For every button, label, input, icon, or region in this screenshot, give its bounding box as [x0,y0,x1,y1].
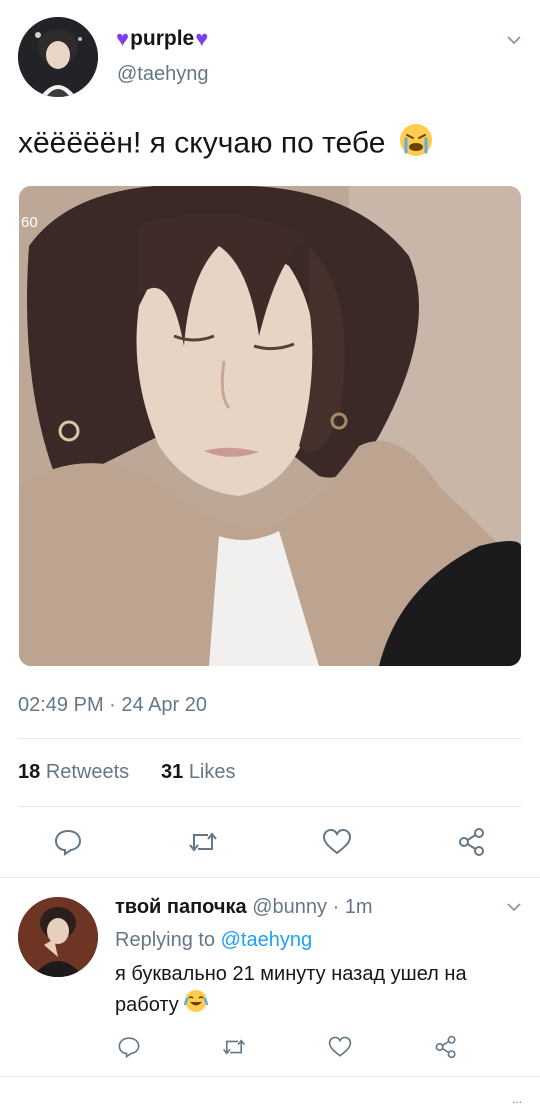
purple-heart-icon: ♥ [195,26,209,51]
heart-icon[interactable] [322,827,352,857]
chevron-down-icon[interactable] [506,32,522,48]
reply-avatar[interactable] [18,897,98,977]
share-icon[interactable] [457,827,487,857]
replying-to: Replying to @taehyng [115,929,313,951]
tweet-text: хёёёёён! я скучаю по тебе [18,122,434,167]
retweets-stat[interactable]: 18 Retweets [18,761,129,784]
reply-header: твой папочка @bunny · 1m [115,896,373,918]
thread-separator [0,877,540,878]
author-avatar[interactable] [18,17,98,97]
laughing-tears-emoji [184,989,209,1022]
heart-icon[interactable] [328,1035,352,1059]
reply-handle[interactable]: @bunny [252,896,327,918]
reply-icon[interactable] [53,827,83,857]
reply-time[interactable]: 1m [345,896,373,918]
avatar-image [18,17,98,97]
reply-icon[interactable] [117,1035,141,1059]
tweet-timestamp[interactable]: 02:49 PM · 24 Apr 20 [18,694,207,717]
replying-to-link[interactable]: @taehyng [221,929,312,951]
overflow-indicator: ... [512,1092,523,1106]
display-name[interactable]: ♥ purple ♥ [116,27,208,51]
photo-image [19,186,521,666]
retweet-icon[interactable] [186,827,220,857]
author-handle[interactable]: @taehyng [117,63,208,86]
divider [18,806,521,807]
retweet-icon[interactable] [220,1035,248,1059]
thread-separator [0,1076,540,1077]
image-counter: 60 [21,214,38,231]
reply-text: я буквально 21 минуту назад ушел на рабо… [115,960,520,1022]
tweet-photo[interactable]: 60 [19,186,521,666]
divider [18,738,521,739]
avatar-image [18,897,98,977]
likes-stat[interactable]: 31 Likes [161,761,236,784]
reply-display-name[interactable]: твой папочка [115,896,247,918]
crying-face-emoji [398,122,434,167]
share-icon[interactable] [434,1035,458,1059]
chevron-down-icon[interactable] [506,899,522,915]
purple-heart-icon: ♥ [116,26,130,51]
